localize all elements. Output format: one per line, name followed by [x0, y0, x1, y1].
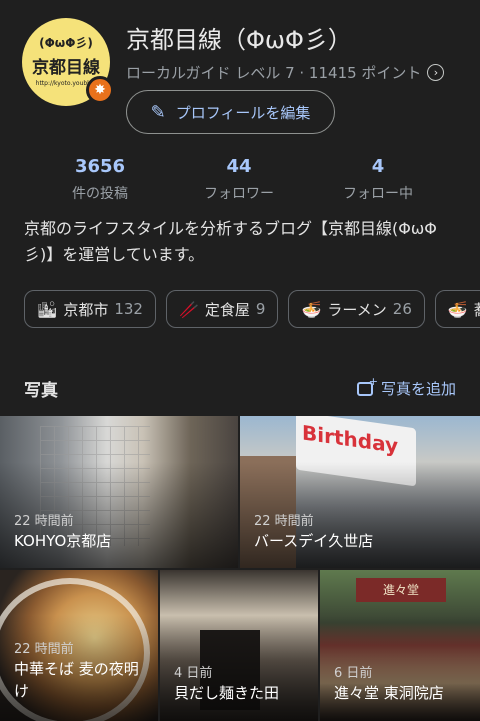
chip-kyoto[interactable]: 🏙 京都市 132 [24, 290, 156, 328]
city-icon: 🏙 [37, 299, 58, 319]
category-chips: 🏙 京都市 132 🥢 定食屋 9 🍜 ラーメン 26 🍜 蕎 [24, 290, 480, 328]
photo-place: 貝だし麺きた田 [174, 684, 280, 702]
profile-bio: 京都のライフスタイルを分析するブログ【京都目線(ΦωΦ彡)】を運営しています。 [24, 219, 437, 264]
photo-time: 22 時間前 [254, 514, 314, 529]
stat-followers[interactable]: 44 フォロワー [179, 156, 299, 203]
photo-time: 22 時間前 [14, 642, 74, 657]
ramen-icon: 🍜 [301, 299, 322, 319]
chip-label: 蕎 [474, 299, 480, 320]
add-photo-label: 写真を追加 [380, 380, 456, 398]
stat-following-value: 4 [371, 156, 385, 177]
chip-teishoku[interactable]: 🥢 定食屋 9 [165, 290, 279, 328]
photos-section-title: 写真 [24, 381, 58, 401]
photo-place: KOHYO京都店 [14, 532, 112, 550]
edit-profile-button[interactable]: ✎ プロフィールを編集 [126, 90, 335, 134]
stat-posts-value: 3656 [74, 156, 126, 177]
photo-place: 中華そば 麦の夜明け [14, 660, 139, 700]
stat-following-label: フォロー中 [343, 186, 413, 202]
chip-ramen[interactable]: 🍜 ラーメン 26 [288, 290, 425, 328]
avatar-line1: (ΦωΦ彡) [39, 36, 93, 50]
pencil-icon: ✎ [150, 101, 166, 123]
chip-label: 京都市 [63, 300, 109, 319]
chip-count: 26 [392, 300, 412, 318]
photo-time: 22 時間前 [14, 514, 74, 529]
local-guide-link[interactable]: ローカルガイド レベル 7 · 11415 ポイント › [126, 62, 445, 83]
chip-count: 132 [114, 300, 143, 318]
chip-count: 9 [255, 300, 266, 318]
profile-name: 京都目線（ΦωΦ彡） [126, 26, 352, 54]
stat-followers-value: 44 [226, 156, 252, 177]
photo-place: 進々堂 東洞院店 [334, 684, 444, 702]
photo-time: 4 日前 [174, 666, 213, 681]
photo-place: バースデイ久世店 [254, 532, 374, 550]
avatar-line2: 京都目線 [32, 58, 100, 78]
store-sign: 進々堂 [356, 578, 446, 602]
edit-profile-label: プロフィールを編集 [175, 103, 311, 122]
local-guide-badge-icon: ✸ [86, 76, 114, 104]
chip-label: ラーメン [327, 300, 387, 319]
stat-followers-label: フォロワー [204, 186, 274, 202]
photo-tile[interactable]: Birthday 22 時間前 バースデイ久世店 [240, 416, 480, 568]
stat-posts[interactable]: 3656 件の投稿 [40, 156, 160, 203]
stat-posts-label: 件の投稿 [72, 186, 128, 202]
chip-soba[interactable]: 🍜 蕎 [434, 290, 480, 328]
photo-tile[interactable]: 進々堂 6 日前 進々堂 東洞院店 [320, 570, 480, 721]
chevron-right-icon: › [427, 64, 445, 81]
chip-label: 定食屋 [204, 300, 250, 319]
photo-time: 6 日前 [334, 666, 373, 681]
noodle-icon: 🍜 [447, 299, 468, 319]
photo-tile[interactable]: 22 時間前 中華そば 麦の夜明け [0, 570, 158, 721]
photo-tile[interactable]: 22 時間前 KOHYO京都店 [0, 416, 238, 568]
chopsticks-icon: 🥢 [178, 299, 199, 319]
stat-following[interactable]: 4 フォロー中 [318, 156, 438, 203]
add-photo-icon [356, 375, 378, 396]
local-guide-text: ローカルガイド レベル 7 · 11415 ポイント [126, 64, 422, 82]
add-photo-button[interactable]: 写真を追加 [356, 375, 456, 399]
photo-tile[interactable]: 4 日前 貝だし麺きた田 [160, 570, 318, 721]
